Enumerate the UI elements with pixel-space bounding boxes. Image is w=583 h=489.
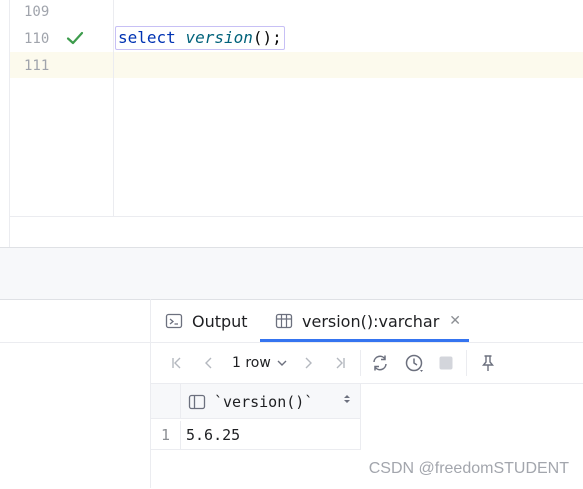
column-header-version[interactable]: `version()` <box>188 392 313 412</box>
table-icon <box>275 313 293 329</box>
stop-icon[interactable] <box>435 352 457 374</box>
pin-tab-icon[interactable] <box>477 352 499 374</box>
sql-statement[interactable]: select version(); <box>115 26 285 50</box>
gutter-divider <box>113 0 114 216</box>
panel-splitter[interactable] <box>0 247 583 300</box>
row-number[interactable]: 1 <box>151 421 181 449</box>
line-number: 110 <box>24 31 50 47</box>
grid-column-border <box>360 419 361 450</box>
sql-editor[interactable] <box>0 0 583 247</box>
services-tree-header-border <box>0 342 150 343</box>
line-number: 111 <box>24 58 50 74</box>
tab-output[interactable]: Output <box>165 300 248 342</box>
services-tree-pane[interactable] <box>0 299 150 489</box>
sql-keyword: select <box>118 28 176 47</box>
page-size-selector[interactable]: 1 row <box>232 352 289 374</box>
sql-function: version <box>185 28 253 47</box>
toolbar-separator <box>466 350 467 376</box>
tab-version-label: version():varchar <box>302 311 440 331</box>
column-icon <box>188 394 206 410</box>
first-page-icon[interactable] <box>166 352 188 374</box>
column-header-label: `version()` <box>214 393 314 411</box>
last-page-icon[interactable] <box>329 352 351 374</box>
sql-punctuation: (); <box>252 28 282 47</box>
tab-output-label: Output <box>192 311 248 331</box>
editor-bottom-border <box>10 216 583 217</box>
sort-icon[interactable] <box>343 393 351 408</box>
next-page-icon[interactable] <box>297 352 319 374</box>
check-icon[interactable] <box>66 29 84 47</box>
row-number-header[interactable] <box>151 384 181 419</box>
editor-left-strip <box>0 0 10 247</box>
tab-version-varchar[interactable]: version():varchar ✕ <box>275 300 461 342</box>
toolbar-separator <box>360 350 361 376</box>
reload-icon[interactable] <box>369 352 391 374</box>
close-icon[interactable]: ✕ <box>449 313 461 329</box>
rows-count-label: 1 row <box>232 355 271 371</box>
console-icon <box>165 313 183 329</box>
history-clock-icon[interactable] <box>403 352 425 374</box>
table-cell[interactable]: 5.6.25 <box>186 421 240 449</box>
current-line-highlight <box>10 52 583 78</box>
previous-page-icon[interactable] <box>198 352 220 374</box>
watermark-text: CSDN @freedomSTUDENT <box>368 460 569 477</box>
row-border <box>151 449 361 450</box>
line-number: 109 <box>24 4 50 20</box>
chevron-down-icon <box>277 360 287 366</box>
